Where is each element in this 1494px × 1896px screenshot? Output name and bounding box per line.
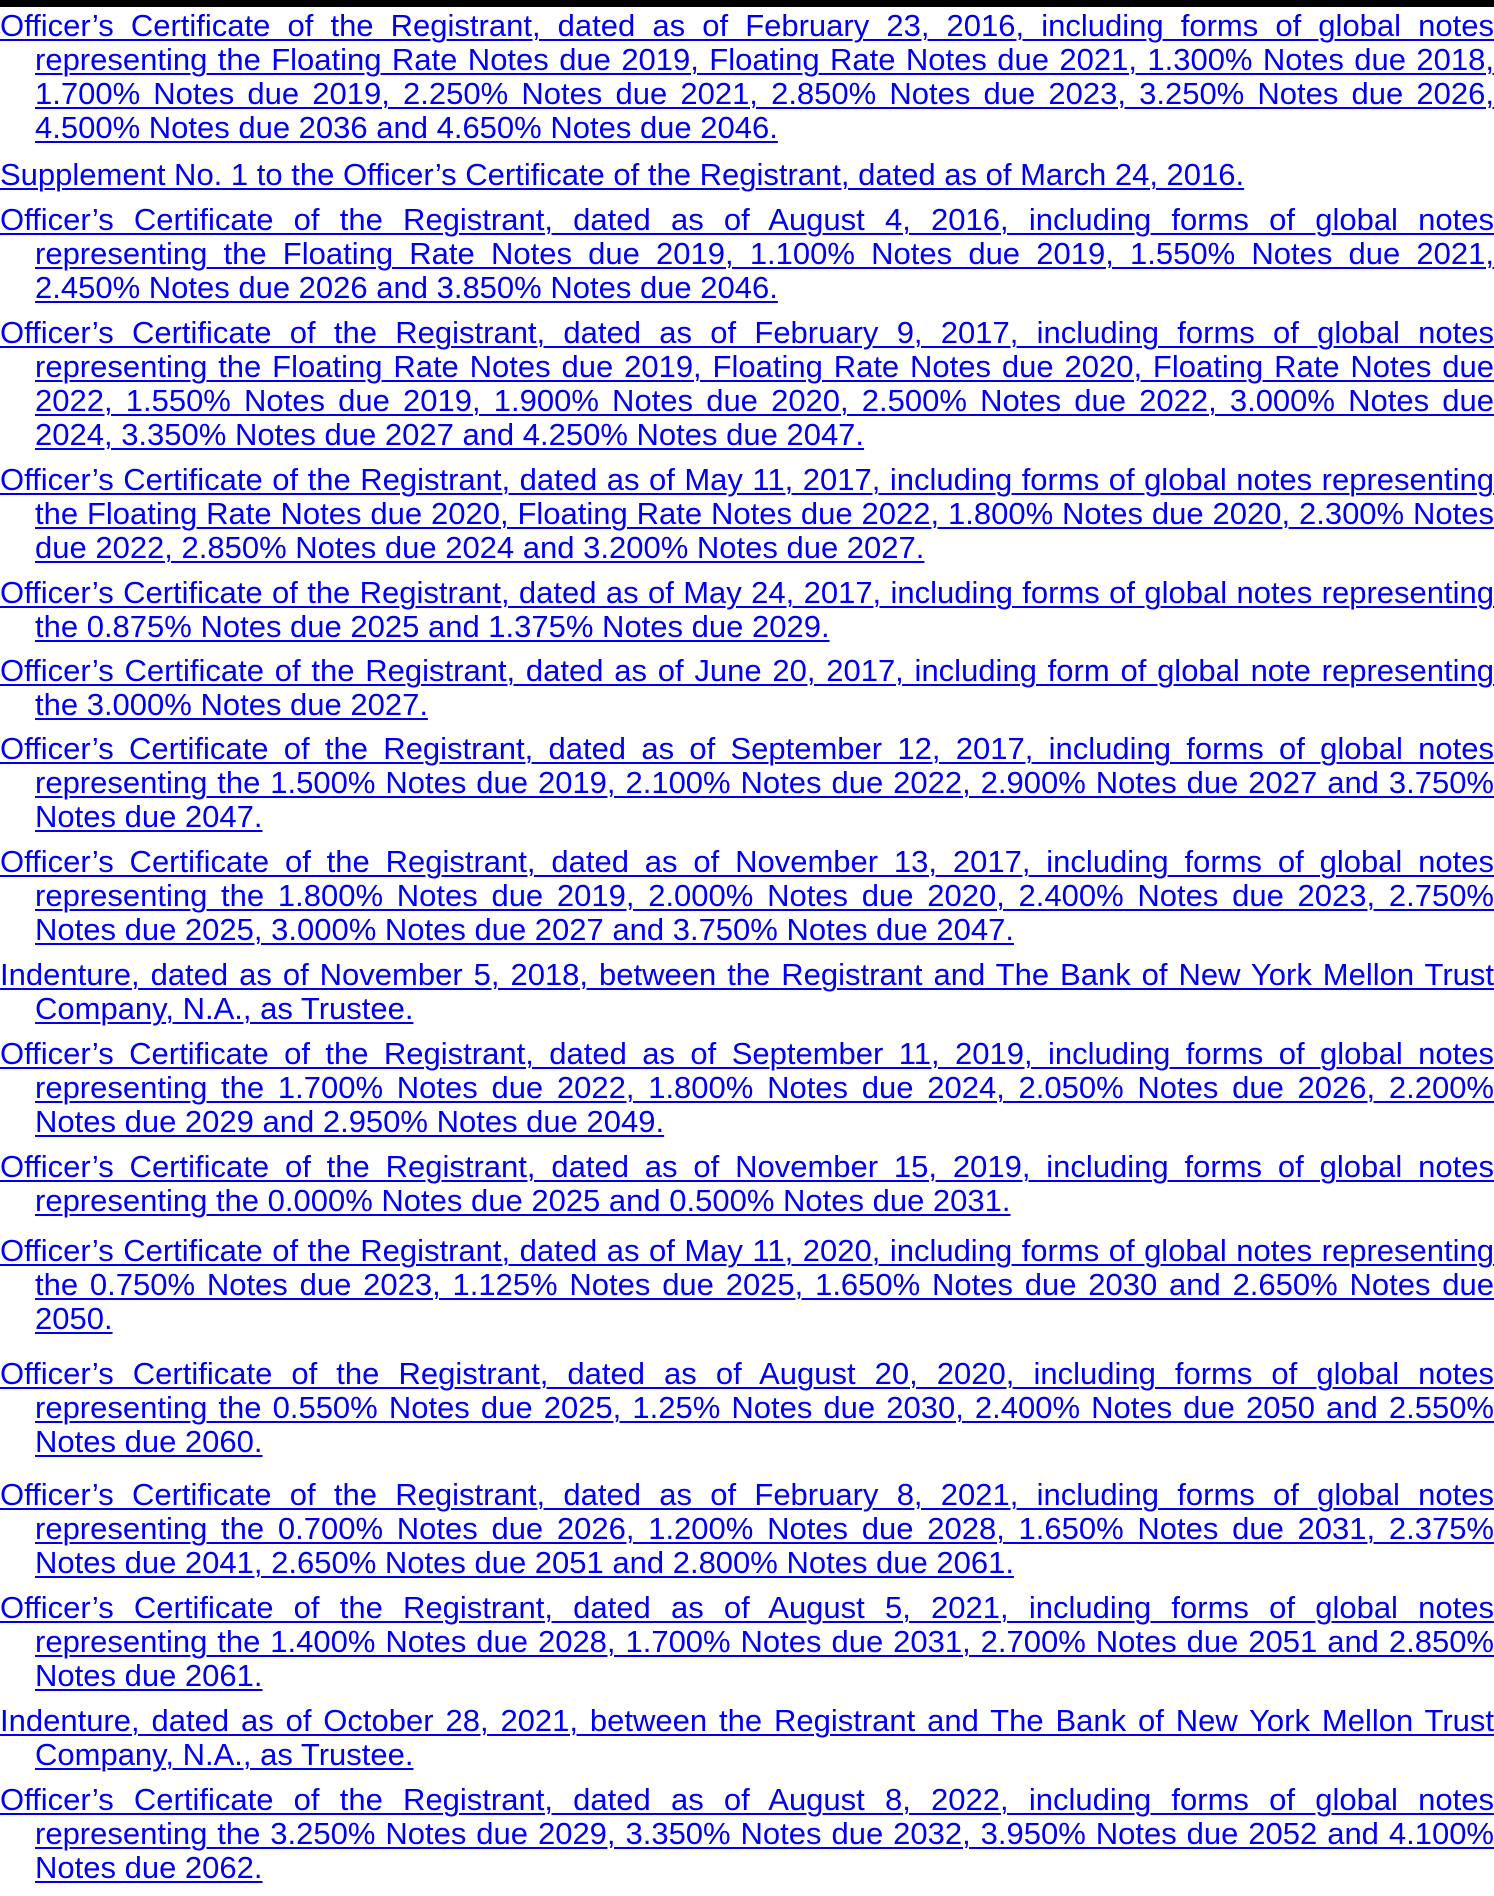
exhibit-item: Indenture, dated as of November 5, 2018,…: [0, 958, 1494, 1037]
exhibit-item: Officer’s Certificate of the Registrant,…: [0, 1234, 1494, 1357]
exhibit-link-officers-certificate-2017-05-11[interactable]: Officer’s Certificate of the Registrant,…: [0, 463, 1494, 565]
exhibit-item: Officer’s Certificate of the Registrant,…: [0, 203, 1494, 316]
exhibit-link-officers-certificate-2017-06-20[interactable]: Officer’s Certificate of the Registrant,…: [0, 654, 1494, 722]
exhibit-item: Officer’s Certificate of the Registrant,…: [0, 463, 1494, 576]
exhibit-item: Officer’s Certificate of the Registrant,…: [0, 576, 1494, 654]
exhibit-link-officers-certificate-2016-08-04[interactable]: Officer’s Certificate of the Registrant,…: [0, 203, 1494, 305]
exhibit-item: Officer’s Certificate of the Registrant,…: [0, 1357, 1494, 1478]
exhibit-link-officers-certificate-2017-05-24[interactable]: Officer’s Certificate of the Registrant,…: [0, 576, 1494, 644]
exhibit-link-officers-certificate-2017-11-13[interactable]: Officer’s Certificate of the Registrant,…: [0, 845, 1494, 947]
exhibit-link-indenture-2018-11-05[interactable]: Indenture, dated as of November 5, 2018,…: [0, 958, 1494, 1026]
exhibit-item: Officer’s Certificate of the Registrant,…: [0, 316, 1494, 463]
exhibit-list: Officer’s Certificate of the Registrant,…: [0, 9, 1494, 1896]
exhibit-item: Supplement No. 1 to the Officer’s Certif…: [0, 158, 1494, 203]
exhibit-link-officers-certificate-2019-09-11[interactable]: Officer’s Certificate of the Registrant,…: [0, 1037, 1494, 1139]
exhibit-link-officers-certificate-2017-02-09[interactable]: Officer’s Certificate of the Registrant,…: [0, 316, 1494, 452]
exhibit-link-officers-certificate-2021-02-08[interactable]: Officer’s Certificate of the Registrant,…: [0, 1478, 1494, 1580]
exhibit-item: Officer’s Certificate of the Registrant,…: [0, 9, 1494, 158]
exhibit-link-officers-certificate-2020-08-20[interactable]: Officer’s Certificate of the Registrant,…: [0, 1357, 1494, 1459]
exhibit-link-officers-certificate-2016-02-23[interactable]: Officer’s Certificate of the Registrant,…: [0, 9, 1494, 145]
exhibit-link-officers-certificate-2019-11-15[interactable]: Officer’s Certificate of the Registrant,…: [0, 1150, 1494, 1218]
exhibit-item: Officer’s Certificate of the Registrant,…: [0, 1150, 1494, 1234]
exhibit-item: Officer’s Certificate of the Registrant,…: [0, 654, 1494, 732]
exhibit-item: Indenture, dated as of October 28, 2021,…: [0, 1704, 1494, 1783]
top-border-rule: [0, 0, 1494, 7]
exhibit-item: Officer’s Certificate of the Registrant,…: [0, 1037, 1494, 1150]
exhibit-item: Officer’s Certificate of the Registrant,…: [0, 845, 1494, 958]
exhibit-link-officers-certificate-2020-05-11[interactable]: Officer’s Certificate of the Registrant,…: [0, 1234, 1494, 1336]
exhibit-item: Officer’s Certificate of the Registrant,…: [0, 1478, 1494, 1591]
exhibit-link-supplement-2016-03-24[interactable]: Supplement No. 1 to the Officer’s Certif…: [0, 158, 1494, 192]
exhibit-link-officers-certificate-2021-08-05[interactable]: Officer’s Certificate of the Registrant,…: [0, 1591, 1494, 1693]
exhibit-item: Officer’s Certificate of the Registrant,…: [0, 1783, 1494, 1896]
exhibit-item: Officer’s Certificate of the Registrant,…: [0, 732, 1494, 845]
exhibit-link-officers-certificate-2022-08-08[interactable]: Officer’s Certificate of the Registrant,…: [0, 1783, 1494, 1885]
exhibit-item: Officer’s Certificate of the Registrant,…: [0, 1591, 1494, 1704]
exhibit-link-officers-certificate-2017-09-12[interactable]: Officer’s Certificate of the Registrant,…: [0, 732, 1494, 834]
exhibit-link-indenture-2021-10-28[interactable]: Indenture, dated as of October 28, 2021,…: [0, 1704, 1494, 1772]
